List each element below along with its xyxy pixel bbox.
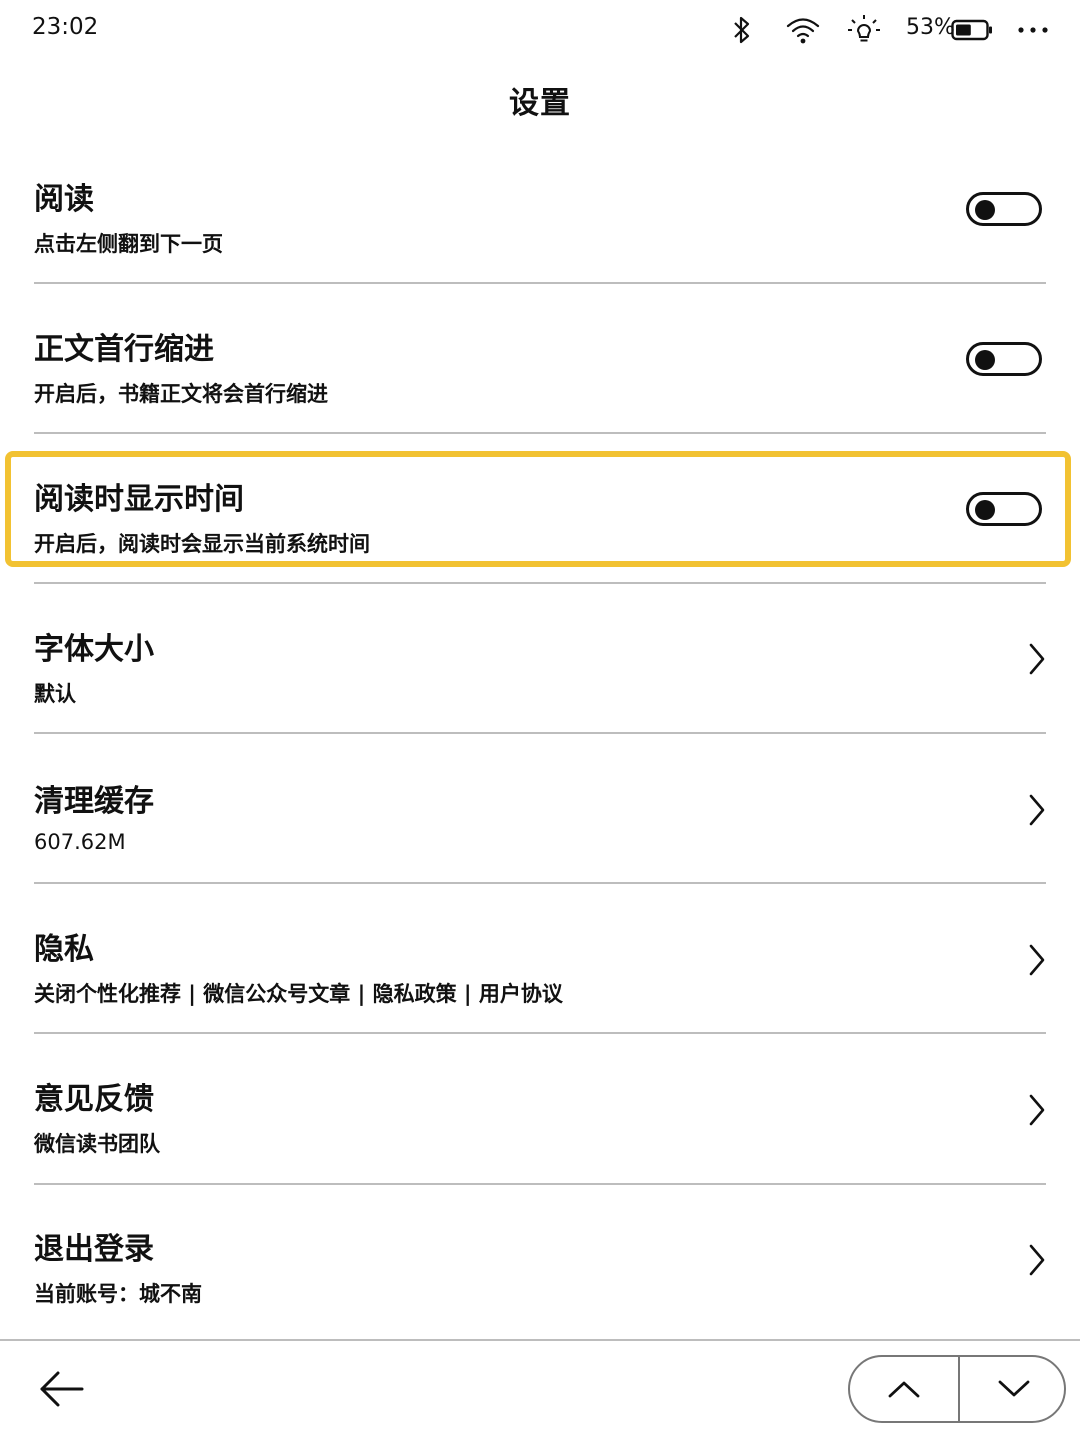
chevron-right-icon[interactable] — [1022, 1090, 1052, 1130]
battery-fill — [956, 24, 971, 36]
more-icon[interactable] — [1016, 10, 1050, 50]
setting-subtitle: 默认 — [34, 682, 76, 706]
page-up-icon — [888, 1381, 920, 1398]
setting-subtitle: 开启后，阅读时会显示当前系统时间 — [34, 532, 370, 556]
bottom-bar — [0, 1339, 1080, 1437]
setting-privacy[interactable]: 隐私 关闭个性化推荐 | 微信公众号文章 | 隐私政策 | 用户协议 — [0, 908, 1080, 1058]
show-time-toggle[interactable] — [966, 492, 1042, 526]
divider — [34, 1183, 1046, 1185]
wifi-icon — [784, 10, 822, 50]
page-up-button[interactable] — [850, 1357, 958, 1421]
divider — [34, 432, 1046, 434]
toggle-knob — [975, 500, 995, 520]
divider — [34, 732, 1046, 734]
toggle-knob — [975, 200, 995, 220]
divider — [34, 1032, 1046, 1034]
chevron-right-icon[interactable] — [1022, 639, 1052, 679]
reading-toggle[interactable] — [966, 192, 1042, 226]
setting-title: 阅读 — [34, 182, 94, 217]
status-time: 23:02 — [32, 14, 99, 40]
page-nav — [848, 1355, 1066, 1423]
setting-subtitle: 关闭个性化推荐 | 微信公众号文章 | 隐私政策 | 用户协议 — [34, 982, 563, 1006]
setting-clear-cache[interactable]: 清理缓存 607.62M — [0, 760, 1080, 910]
page-title: 设置 — [509, 86, 571, 121]
bluetooth-icon — [728, 10, 756, 50]
divider — [34, 282, 1046, 284]
page-down-button[interactable] — [960, 1357, 1064, 1421]
setting-font-size[interactable]: 字体大小 默认 — [0, 608, 1080, 758]
divider — [34, 582, 1046, 584]
setting-title: 隐私 — [34, 932, 94, 967]
battery-icon — [950, 10, 994, 50]
setting-title: 意见反馈 — [34, 1082, 154, 1117]
setting-logout[interactable]: 退出登录 当前账号：城不南 — [0, 1208, 1080, 1358]
first-line-indent-toggle[interactable] — [966, 342, 1042, 376]
setting-first-line-indent[interactable]: 正文首行缩进 开启后，书籍正文将会首行缩进 — [0, 308, 1080, 458]
setting-show-time-while-reading[interactable]: 阅读时显示时间 开启后，阅读时会显示当前系统时间 — [0, 458, 1080, 608]
battery-percent: 53% — [906, 15, 955, 40]
setting-feedback[interactable]: 意见反馈 微信读书团队 — [0, 1058, 1080, 1208]
setting-subtitle: 点击左侧翻到下一页 — [34, 232, 223, 256]
setting-subtitle: 607.62M — [34, 830, 126, 854]
setting-title: 正文首行缩进 — [34, 332, 214, 367]
setting-subtitle: 微信读书团队 — [34, 1132, 160, 1156]
divider — [34, 882, 1046, 884]
setting-title: 字体大小 — [34, 632, 154, 667]
setting-title: 清理缓存 — [34, 784, 154, 819]
status-bar: 23:02 53% — [0, 0, 1080, 60]
setting-subtitle: 当前账号：城不南 — [34, 1282, 202, 1306]
frontlight-icon — [846, 10, 882, 50]
toggle-knob — [975, 350, 995, 370]
setting-subtitle: 开启后，书籍正文将会首行缩进 — [34, 382, 328, 406]
chevron-right-icon[interactable] — [1022, 940, 1052, 980]
setting-reading[interactable]: 阅读 点击左侧翻到下一页 — [0, 158, 1080, 308]
chevron-right-icon[interactable] — [1022, 790, 1052, 830]
setting-title: 阅读时显示时间 — [34, 482, 244, 517]
page-down-icon — [998, 1380, 1030, 1397]
back-arrow-icon[interactable] — [36, 1363, 88, 1415]
setting-title: 退出登录 — [34, 1232, 154, 1267]
chevron-right-icon[interactable] — [1022, 1240, 1052, 1280]
